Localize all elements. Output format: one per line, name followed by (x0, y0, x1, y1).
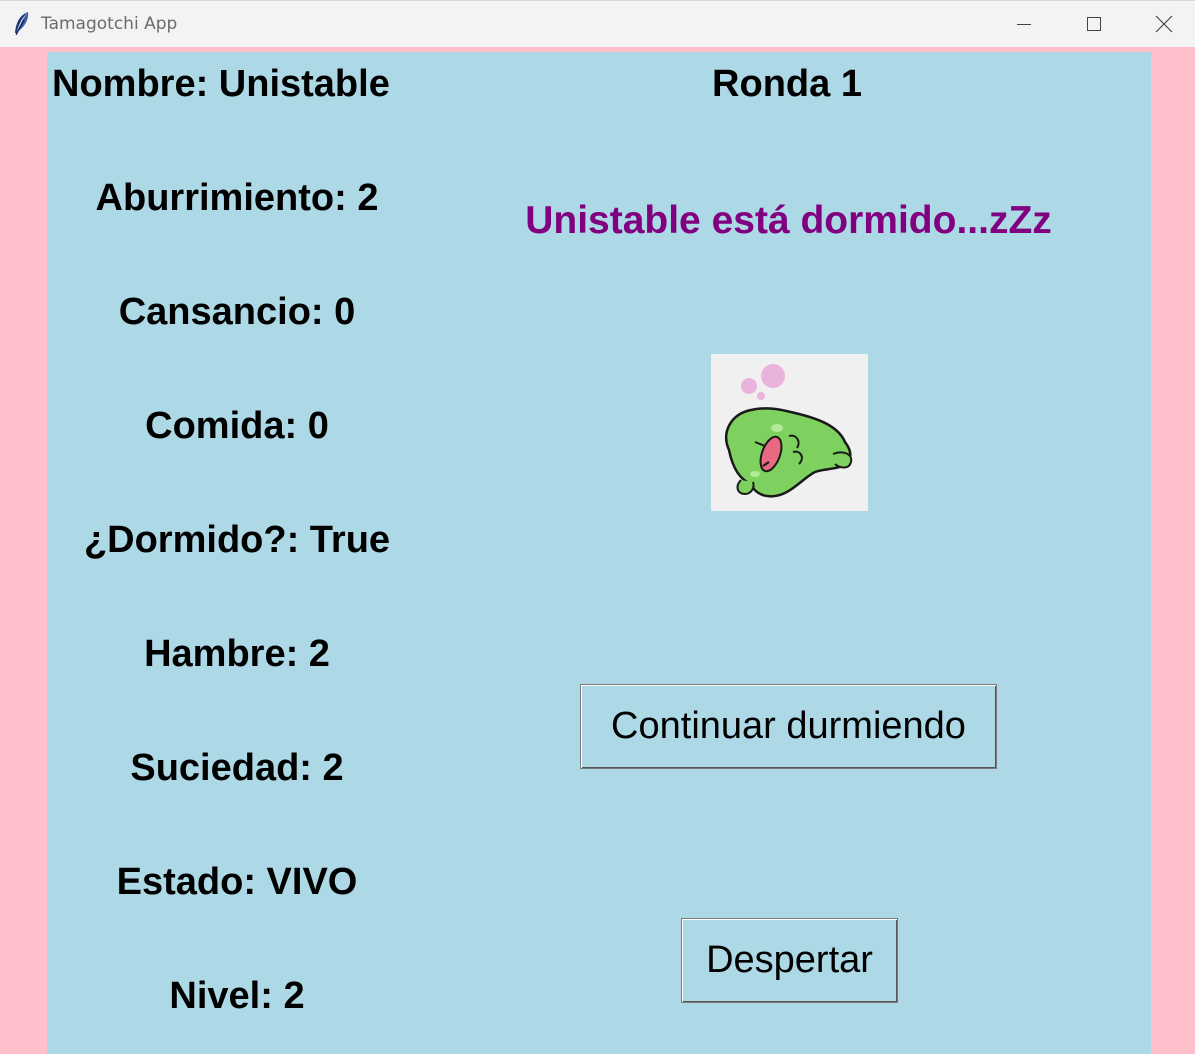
window-title: Tamagotchi App (41, 14, 178, 34)
maximize-icon (1087, 17, 1101, 31)
feather-icon (12, 11, 32, 37)
main-panel: Nombre: Unistable Aburrimiento: 2 Cansan… (47, 52, 1151, 1054)
dirtiness-label: Suciedad: 2 (130, 747, 344, 789)
wake-up-button[interactable]: Despertar (681, 918, 898, 1003)
close-icon (1155, 15, 1173, 33)
maximize-button[interactable] (1059, 1, 1129, 47)
close-button[interactable] (1129, 1, 1195, 47)
minimize-button[interactable] (989, 1, 1059, 47)
minimize-icon (1017, 24, 1031, 25)
sleeping-pet-icon (725, 364, 853, 498)
boredom-label: Aburrimiento: 2 (95, 177, 379, 219)
food-label: Comida: 0 (145, 405, 329, 447)
continue-sleeping-button[interactable]: Continuar durmiendo (580, 684, 997, 769)
level-label: Nivel: 2 (169, 975, 305, 1017)
tiredness-label: Cansancio: 0 (118, 291, 356, 333)
app-window: Tamagotchi App Nombre: Unistable Aburrim… (0, 0, 1195, 1054)
status-message: Unistable está dormido...zZz (525, 199, 1052, 242)
asleep-label: ¿Dormido?: True (83, 519, 391, 561)
pet-name-label: Nombre: Unistable (52, 63, 390, 105)
pet-image (711, 354, 868, 511)
round-label: Ronda 1 (712, 63, 862, 105)
title-bar[interactable]: Tamagotchi App (0, 0, 1195, 47)
hunger-label: Hambre: 2 (144, 633, 330, 675)
state-label: Estado: VIVO (116, 861, 358, 903)
